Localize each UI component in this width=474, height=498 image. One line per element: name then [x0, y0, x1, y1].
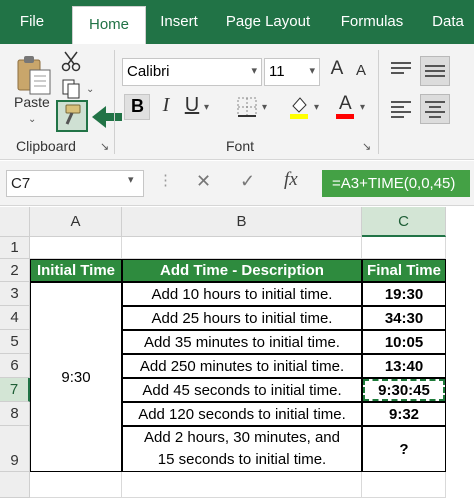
ribbon: Paste ⌄ ⌄ Clipboard ↘ Calibri ▾ 11 ▾ A A… — [0, 44, 474, 160]
row-header-1[interactable]: 1 — [0, 237, 30, 259]
font-name-value: Calibri — [127, 63, 170, 80]
pointer-arrow-icon — [92, 106, 106, 128]
description-cell[interactable]: Add 120 seconds to initial time. — [122, 402, 362, 426]
final-time-cell[interactable]: 13:40 — [362, 354, 446, 378]
fill-color-icon[interactable] — [288, 94, 310, 120]
clipboard-group-label: Clipboard — [16, 138, 76, 154]
align-left-icon[interactable] — [388, 96, 414, 122]
select-all-corner[interactable] — [0, 207, 30, 237]
description-cell[interactable]: Add 10 hours to initial time. — [122, 282, 362, 306]
tab-page-layout[interactable]: Page Layout — [216, 0, 320, 44]
group-separator — [114, 50, 115, 154]
underline-dropdown-chevron-icon[interactable]: ▾ — [204, 102, 209, 113]
column-header-c[interactable]: C — [362, 207, 446, 237]
shrink-font-button[interactable]: A — [352, 62, 370, 79]
cell-c1[interactable] — [362, 237, 446, 259]
final-time-cell[interactable]: 34:30 — [362, 306, 446, 330]
description-cell[interactable]: Add 250 minutes to initial time. — [122, 354, 362, 378]
insert-function-icon[interactable]: fx — [284, 169, 298, 191]
italic-button[interactable]: I — [156, 94, 176, 117]
row-header-4[interactable]: 4 — [0, 306, 30, 330]
font-name-select[interactable]: Calibri ▾ — [122, 58, 262, 86]
font-color-swatch — [336, 114, 354, 119]
description-cell[interactable]: Add 2 hours, 30 minutes, and 15 seconds … — [122, 426, 362, 472]
row-header-6[interactable]: 6 — [0, 354, 30, 378]
enter-icon[interactable]: ✓ — [240, 171, 255, 192]
header-add-time-description[interactable]: Add Time - Description — [122, 259, 362, 282]
tab-file[interactable]: File — [8, 0, 56, 44]
row-header-8[interactable]: 8 — [0, 402, 30, 426]
paste-dropdown-chevron-icon[interactable]: ⌄ — [28, 114, 36, 125]
cell-b1[interactable] — [122, 237, 362, 259]
align-center-icon[interactable] — [420, 94, 450, 124]
column-header-a[interactable]: A — [30, 207, 122, 237]
cancel-icon[interactable]: ✕ — [196, 171, 211, 192]
font-color-label: A — [339, 93, 352, 114]
name-box[interactable]: C7 — [6, 170, 144, 197]
tab-data[interactable]: Data — [424, 0, 472, 44]
name-box-chevron-icon[interactable]: ▾ — [128, 173, 134, 186]
cell-blank[interactable] — [362, 472, 446, 498]
final-time-cell[interactable]: 10:05 — [362, 330, 446, 354]
row-header-5[interactable]: 5 — [0, 330, 30, 354]
cell-blank[interactable] — [122, 472, 362, 498]
formula-bar-grip-icon[interactable]: ⋮ — [158, 171, 173, 189]
row-header-3[interactable]: 3 — [0, 282, 30, 306]
bold-button[interactable]: B — [124, 94, 150, 120]
font-color-dropdown-chevron-icon[interactable]: ▾ — [360, 102, 365, 113]
font-color-button[interactable]: A — [334, 93, 356, 120]
borders-icon[interactable] — [236, 96, 258, 118]
row-header-2[interactable]: 2 — [0, 259, 30, 282]
tab-formulas[interactable]: Formulas — [328, 0, 416, 44]
font-size-select[interactable]: 11 ▾ — [264, 58, 320, 86]
align-middle-icon[interactable] — [420, 56, 450, 86]
paste-button-label[interactable]: Paste — [14, 94, 50, 110]
font-launcher-icon[interactable]: ↘ — [362, 140, 371, 153]
underline-button[interactable]: U — [182, 94, 202, 117]
final-time-cell[interactable]: 9:32 — [362, 402, 446, 426]
copy-dropdown-chevron-icon[interactable]: ⌄ — [86, 84, 94, 95]
cut-icon[interactable] — [60, 50, 82, 72]
group-separator — [378, 50, 379, 154]
final-time-cell[interactable]: ? — [362, 426, 446, 472]
font-group-label: Font — [226, 138, 255, 154]
header-initial-time[interactable]: Initial Time — [30, 259, 122, 282]
clipboard-launcher-icon[interactable]: ↘ — [100, 140, 109, 153]
grow-font-button[interactable]: A — [326, 58, 348, 80]
description-cell[interactable]: Add 35 minutes to initial time. — [122, 330, 362, 354]
borders-dropdown-chevron-icon[interactable]: ▾ — [262, 102, 267, 113]
final-time-cell-active-c7[interactable]: 9:30:45 — [362, 378, 446, 402]
align-top-icon[interactable] — [388, 58, 414, 84]
header-final-time[interactable]: Final Time — [362, 259, 446, 282]
tab-insert[interactable]: Insert — [148, 0, 210, 44]
cell-a1[interactable] — [30, 237, 122, 259]
font-name-chevron-icon: ▾ — [251, 65, 257, 77]
formula-bar: C7 ▾ ⋮ ✕ ✓ fx =A3+TIME(0,0,45) — [0, 161, 474, 206]
fill-color-dropdown-chevron-icon[interactable]: ▾ — [314, 102, 319, 113]
cell-initial-time[interactable]: 9:30 — [30, 282, 122, 472]
tab-home[interactable]: Home — [72, 6, 146, 45]
formula-input[interactable]: =A3+TIME(0,0,45) — [322, 170, 470, 197]
final-time-cell[interactable]: 19:30 — [362, 282, 446, 306]
column-header-b[interactable]: B — [122, 207, 362, 237]
cell-blank[interactable] — [30, 472, 122, 498]
row-header-blank — [0, 472, 30, 498]
row-header-7[interactable]: 7 — [0, 378, 30, 402]
bold-label: B — [131, 96, 144, 116]
description-cell[interactable]: Add 45 seconds to initial time. — [122, 378, 362, 402]
ribbon-tab-bar: File Home Insert Page Layout Formulas Da… — [0, 0, 474, 45]
font-size-value: 11 — [269, 63, 285, 80]
paste-icon[interactable] — [14, 54, 54, 96]
format-painter-button[interactable] — [56, 100, 88, 132]
font-size-chevron-icon: ▾ — [309, 65, 315, 77]
description-cell[interactable]: Add 25 hours to initial time. — [122, 306, 362, 330]
copy-icon[interactable] — [60, 78, 82, 100]
row-header-9[interactable]: 9 — [0, 426, 30, 472]
